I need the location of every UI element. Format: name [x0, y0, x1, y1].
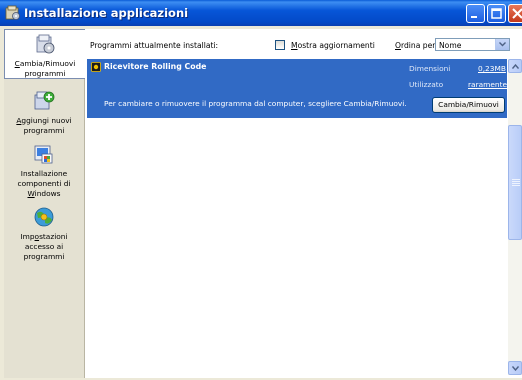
program-access-icon [34, 207, 54, 227]
program-list[interactable]: Ricevitore Rolling Code Dimensioni 0,23M… [87, 59, 507, 375]
arrow-up-icon [512, 64, 519, 69]
task-windows-components[interactable]: Installazione componenti di Windows [4, 142, 84, 199]
task-label: componenti di [17, 179, 71, 188]
task-label: stazioni [39, 232, 68, 241]
windows-components-icon [34, 145, 53, 164]
program-description: Per cambiare o rimuovere il programma da… [104, 99, 407, 108]
task-label: indows [34, 189, 61, 198]
task-change-remove-programs[interactable]: Cambia/Rimuovi programmi [4, 29, 85, 79]
scroll-down-button[interactable] [508, 361, 522, 375]
show-updates-label[interactable]: Mostra aggiornamenti [291, 41, 375, 50]
size-value[interactable]: 0,23MB [478, 64, 506, 73]
task-label: programmi [24, 69, 66, 78]
task-label: accesso ai [24, 242, 64, 251]
task-add-programs[interactable]: Aggiungi nuovi programmi [4, 89, 84, 136]
list-header: Programmi attualmente installati: Mostra… [85, 29, 522, 57]
show-updates-checkbox[interactable] [275, 40, 285, 50]
installed-programs-label: Programmi attualmente installati: [90, 41, 219, 50]
close-icon [512, 8, 522, 19]
change-remove-programs-icon [36, 34, 55, 54]
maximize-icon [491, 8, 502, 19]
scroll-up-button[interactable] [508, 59, 522, 73]
app-icon [5, 5, 20, 20]
usage-value[interactable]: raramente [468, 80, 507, 89]
task-label: Installazione [20, 169, 68, 178]
task-label: programmi [23, 126, 65, 135]
task-label: Imp [20, 232, 35, 241]
minimize-button[interactable] [466, 4, 485, 23]
vertical-scrollbar[interactable] [508, 59, 522, 375]
task-program-access[interactable]: Impostazioni accesso ai programmi [4, 205, 84, 262]
tasks-pane: Cambia/Rimuovi programmi Aggiungi nuovi … [4, 29, 85, 378]
minimize-icon [471, 16, 477, 18]
window-title: Installazione applicazioni [24, 6, 189, 20]
dropdown-button[interactable] [495, 39, 509, 50]
task-label: ambia/Rimuovi [19, 59, 76, 68]
sort-by-select[interactable]: Nome [435, 38, 510, 51]
usage-label: Utilizzato [409, 80, 444, 89]
sort-by-label: Ordina per: [395, 41, 438, 50]
program-icon [91, 62, 101, 72]
close-button[interactable] [508, 4, 522, 23]
program-item-selected[interactable]: Ricevitore Rolling Code Dimensioni 0,23M… [87, 59, 507, 118]
sort-by-value: Nome [439, 41, 462, 50]
chevron-down-icon [499, 42, 506, 47]
arrow-down-icon [512, 366, 519, 371]
task-label-ul: W [27, 189, 35, 198]
task-label: programmi [23, 252, 65, 261]
title-bar[interactable]: Installazione applicazioni [0, 0, 522, 26]
task-label: ggiungi nuovi [21, 116, 72, 125]
maximize-button[interactable] [487, 4, 506, 23]
scroll-thumb[interactable] [508, 125, 522, 240]
program-name: Ricevitore Rolling Code [104, 62, 207, 71]
add-programs-icon [34, 91, 55, 110]
size-label: Dimensioni [409, 64, 451, 73]
change-remove-button[interactable]: Cambia/Rimuovi [432, 97, 505, 113]
main-panel: Programmi attualmente installati: Mostra… [85, 29, 522, 378]
